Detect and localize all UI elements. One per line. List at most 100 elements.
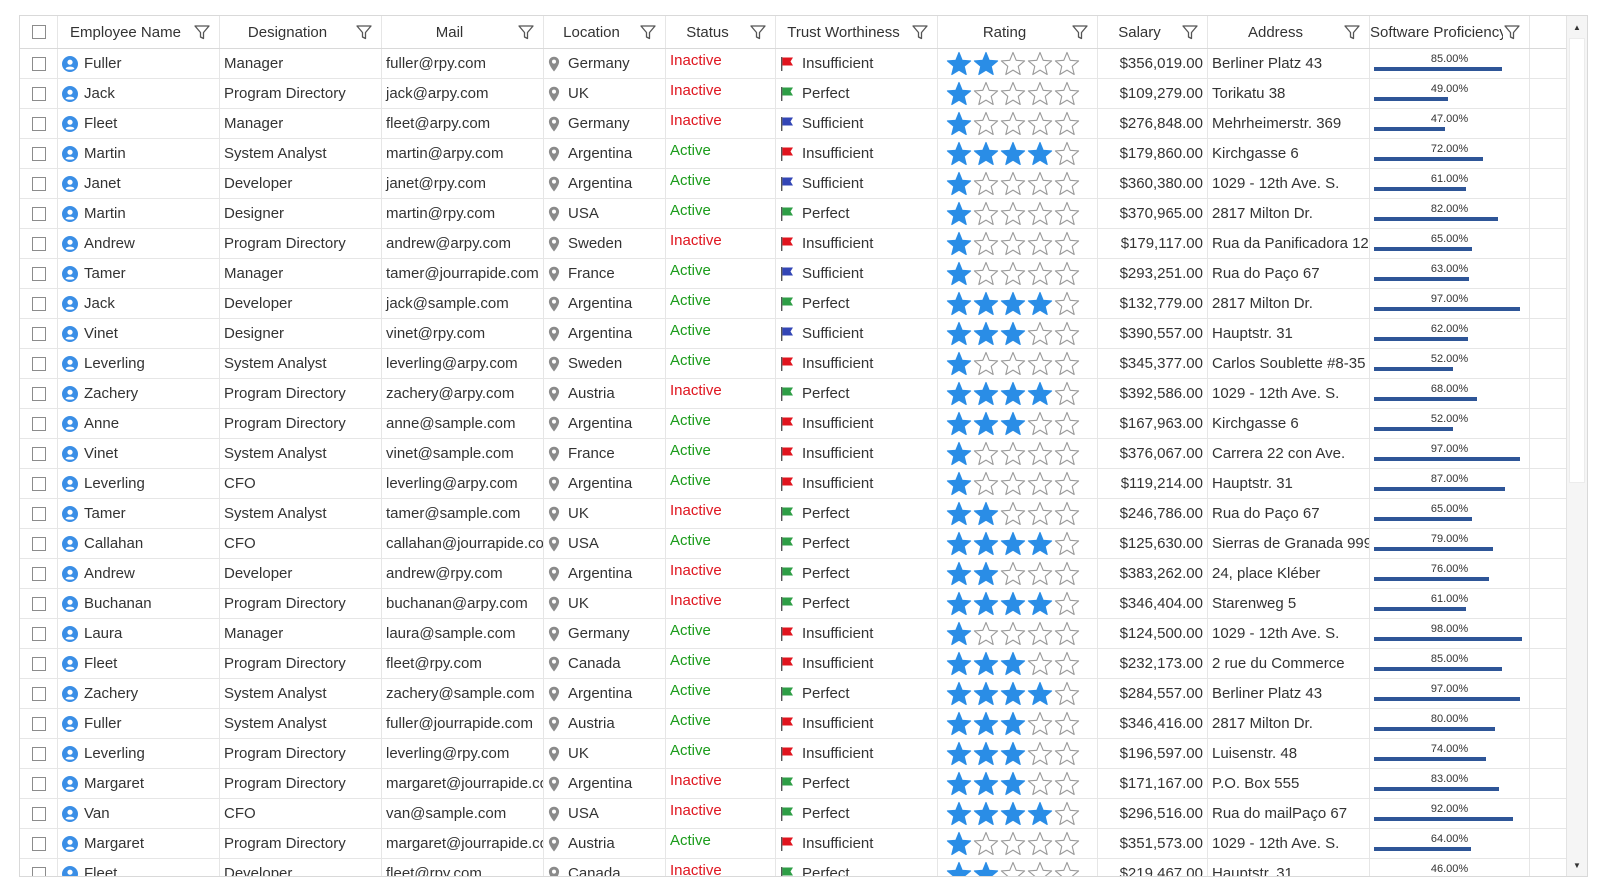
row-checkbox[interactable] — [31, 836, 46, 851]
table-row[interactable]: Anne Program Directory anne@sample.com Arge… — [20, 409, 1566, 439]
star-rating[interactable] — [938, 411, 1080, 437]
column-header-proficiency[interactable]: Software Proficiency — [1370, 16, 1530, 48]
row-checkbox[interactable] — [31, 296, 46, 311]
star-rating[interactable] — [938, 651, 1080, 677]
star-rating[interactable] — [938, 591, 1080, 617]
column-header-designation[interactable]: Designation — [220, 16, 382, 48]
funnel-filter-icon[interactable] — [1071, 23, 1089, 41]
row-checkbox[interactable] — [31, 716, 46, 731]
row-checkbox[interactable] — [31, 746, 46, 761]
row-checkbox[interactable] — [31, 506, 46, 521]
star-rating[interactable] — [938, 471, 1080, 497]
star-rating[interactable] — [938, 291, 1080, 317]
star-rating[interactable] — [938, 111, 1080, 137]
star-rating[interactable] — [938, 861, 1080, 876]
table-row[interactable]: Fuller Manager fuller@rpy.com Germany Inacti… — [20, 49, 1566, 79]
star-rating[interactable] — [938, 741, 1080, 767]
table-row[interactable]: Zachery System Analyst zachery@sample.com A… — [20, 679, 1566, 709]
table-row[interactable]: Tamer System Analyst tamer@sample.com UK Ina… — [20, 499, 1566, 529]
table-row[interactable]: Leverling Program Directory leverling@rpy.… — [20, 739, 1566, 769]
table-row[interactable]: Jack Developer jack@sample.com Argentina Act… — [20, 289, 1566, 319]
row-checkbox[interactable] — [31, 266, 46, 281]
column-header-mail[interactable]: Mail — [382, 16, 544, 48]
table-row[interactable]: Leverling System Analyst leverling@arpy.co… — [20, 349, 1566, 379]
star-rating[interactable] — [938, 831, 1080, 857]
scroll-up-arrow-icon[interactable]: ▲ — [1567, 18, 1587, 36]
funnel-filter-icon[interactable] — [911, 23, 929, 41]
row-checkbox[interactable] — [31, 446, 46, 461]
select-all-checkbox[interactable] — [31, 25, 46, 39]
row-checkbox[interactable] — [31, 176, 46, 191]
star-rating[interactable] — [938, 531, 1080, 557]
row-checkbox[interactable] — [31, 476, 46, 491]
table-row[interactable]: Fuller System Analyst fuller@jourrapide.co… — [20, 709, 1566, 739]
row-checkbox[interactable] — [31, 86, 46, 101]
table-row[interactable]: Buchanan Program Directory buchanan@arpy.c… — [20, 589, 1566, 619]
star-rating[interactable] — [938, 621, 1080, 647]
star-rating[interactable] — [938, 261, 1080, 287]
row-checkbox[interactable] — [31, 626, 46, 641]
star-rating[interactable] — [938, 51, 1080, 77]
row-checkbox[interactable] — [31, 116, 46, 131]
table-row[interactable]: Zachery Program Directory zachery@arpy.com… — [20, 379, 1566, 409]
table-row[interactable]: Fleet Program Directory fleet@rpy.com Canad… — [20, 649, 1566, 679]
funnel-filter-icon[interactable] — [1343, 23, 1361, 41]
column-header-trust[interactable]: Trust Worthiness — [776, 16, 938, 48]
row-checkbox[interactable] — [31, 146, 46, 161]
star-rating[interactable] — [938, 201, 1080, 227]
star-rating[interactable] — [938, 681, 1080, 707]
table-row[interactable]: Laura Manager laura@sample.com Germany Activ… — [20, 619, 1566, 649]
table-row[interactable]: Callahan CFO callahan@jourrapide.com USA Act… — [20, 529, 1566, 559]
star-rating[interactable] — [938, 141, 1080, 167]
table-row[interactable]: Fleet Developer fleet@rpy.com Canada Inactiv… — [20, 859, 1566, 876]
star-rating[interactable] — [938, 561, 1080, 587]
row-checkbox[interactable] — [31, 236, 46, 251]
star-rating[interactable] — [938, 801, 1080, 827]
row-checkbox[interactable] — [31, 686, 46, 701]
funnel-filter-icon[interactable] — [749, 23, 767, 41]
scrollbar-thumb[interactable] — [1569, 38, 1585, 483]
vertical-scrollbar[interactable]: ▲ ▼ — [1566, 16, 1587, 876]
row-checkbox[interactable] — [31, 596, 46, 611]
column-header-name[interactable]: Employee Name — [58, 16, 220, 48]
table-row[interactable]: Janet Developer janet@rpy.com Argentina Acti… — [20, 169, 1566, 199]
star-rating[interactable] — [938, 381, 1080, 407]
funnel-filter-icon[interactable] — [639, 23, 657, 41]
table-row[interactable]: Fleet Manager fleet@arpy.com Germany Inactiv… — [20, 109, 1566, 139]
column-header-status[interactable]: Status — [666, 16, 776, 48]
row-checkbox[interactable] — [31, 536, 46, 551]
funnel-filter-icon[interactable] — [1503, 23, 1521, 41]
table-row[interactable]: Jack Program Directory jack@arpy.com UK Inac… — [20, 79, 1566, 109]
row-checkbox[interactable] — [31, 326, 46, 341]
table-row[interactable]: Vinet Designer vinet@rpy.com Argentina Activ… — [20, 319, 1566, 349]
column-header-location[interactable]: Location — [544, 16, 666, 48]
row-checkbox[interactable] — [31, 356, 46, 371]
star-rating[interactable] — [938, 81, 1080, 107]
star-rating[interactable] — [938, 441, 1080, 467]
table-row[interactable]: Margaret Program Directory margaret@jourra… — [20, 769, 1566, 799]
table-row[interactable]: Margaret Program Directory margaret@jourra… — [20, 829, 1566, 859]
column-header-select[interactable] — [20, 16, 58, 48]
table-row[interactable]: Martin Designer martin@rpy.com USA Active Per… — [20, 199, 1566, 229]
table-row[interactable]: Van CFO van@sample.com USA Inactive Perfect $2… — [20, 799, 1566, 829]
column-header-rating[interactable]: Rating — [938, 16, 1098, 48]
funnel-filter-icon[interactable] — [517, 23, 535, 41]
star-rating[interactable] — [938, 711, 1080, 737]
scroll-down-arrow-icon[interactable]: ▼ — [1567, 856, 1587, 874]
row-checkbox[interactable] — [31, 386, 46, 401]
star-rating[interactable] — [938, 501, 1080, 527]
table-row[interactable]: Leverling CFO leverling@arpy.com Argentina A… — [20, 469, 1566, 499]
table-row[interactable]: Martin System Analyst martin@arpy.com Argen… — [20, 139, 1566, 169]
table-row[interactable]: Vinet System Analyst vinet@sample.com Franc… — [20, 439, 1566, 469]
star-rating[interactable] — [938, 351, 1080, 377]
star-rating[interactable] — [938, 321, 1080, 347]
star-rating[interactable] — [938, 231, 1080, 257]
funnel-filter-icon[interactable] — [193, 23, 211, 41]
row-checkbox[interactable] — [31, 776, 46, 791]
row-checkbox[interactable] — [31, 206, 46, 221]
row-checkbox[interactable] — [31, 656, 46, 671]
star-rating[interactable] — [938, 771, 1080, 797]
table-row[interactable]: Tamer Manager tamer@jourrapide.com France Ac… — [20, 259, 1566, 289]
row-checkbox[interactable] — [31, 56, 46, 71]
star-rating[interactable] — [938, 171, 1080, 197]
